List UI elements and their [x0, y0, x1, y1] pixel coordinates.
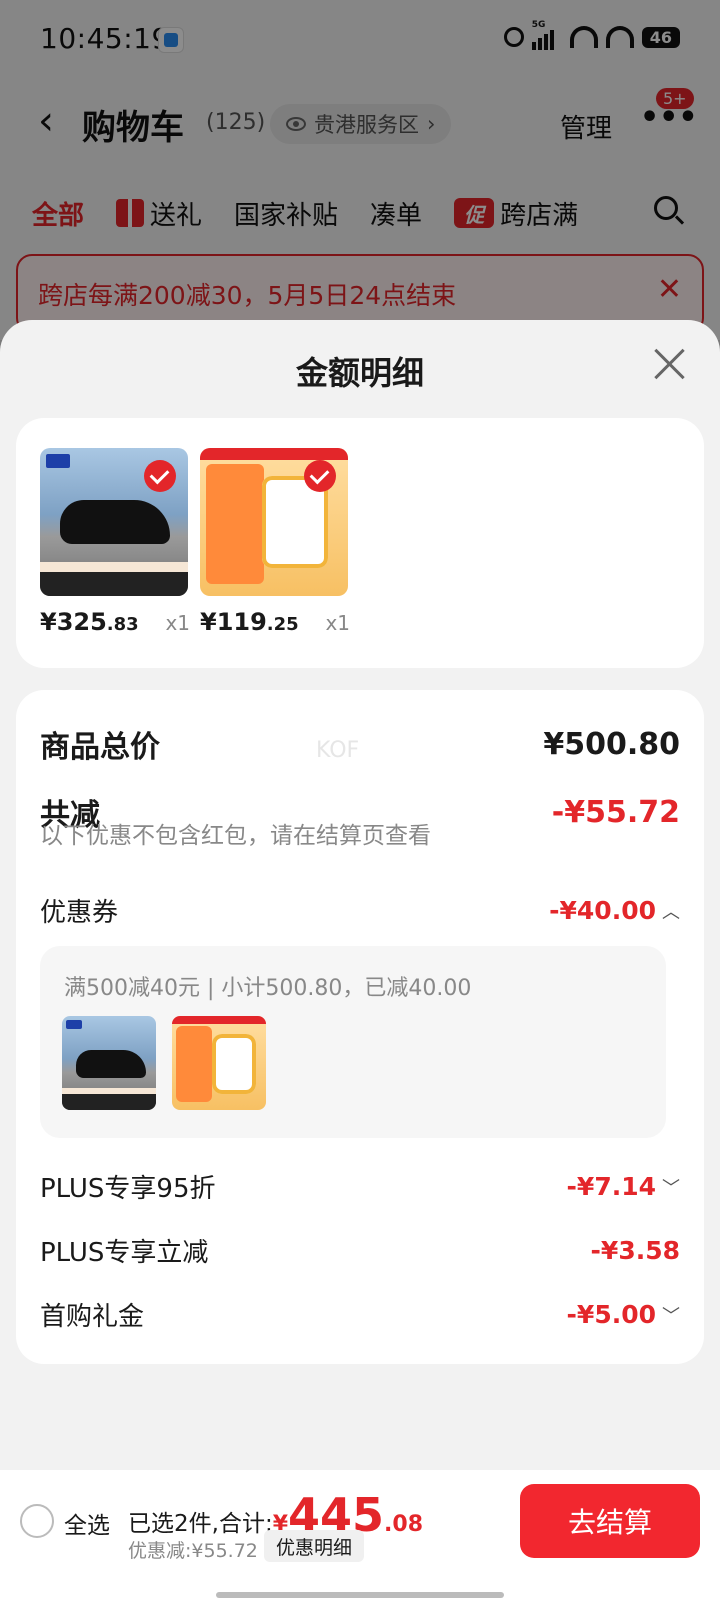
amount-detail-sheet: 金额明细 ¥325.83 x1 ¥119.25 x1 KOF 商品总价 ¥500… [0, 320, 720, 1600]
product-qty: x1 [325, 611, 350, 635]
product-item[interactable]: ¥325.83 x1 [40, 448, 190, 636]
total-value: ¥500.80 [543, 726, 680, 762]
chevron-down-icon: ﹀ [662, 1305, 680, 1327]
total-row: 商品总价 ¥500.80 [40, 722, 680, 766]
discount-detail-button[interactable]: 优惠明细 [264, 1530, 365, 1562]
chevron-up-icon: ︿ [662, 901, 680, 923]
first-gift-value: -¥5.00 ﹀ [566, 1300, 680, 1329]
price-breakdown-card: KOF 商品总价 ¥500.80 共减 -¥55.72 以下优惠不包含红包，请在… [16, 690, 704, 1364]
plus-discount-row[interactable]: PLUS专享95折 -¥7.14 ﹀ [40, 1168, 680, 1205]
checkout-bar: 全选 已选2件,合计: ¥ 445 .08 优惠减:¥55.72 优惠明细 去结… [0, 1470, 720, 1600]
coupon-product-image-protein-powder [172, 1016, 266, 1110]
plus-instant-row: PLUS专享立减 -¥3.58 [40, 1232, 680, 1269]
select-all-label[interactable]: 全选 [64, 1506, 110, 1540]
sheet-title: 金额明细 [295, 354, 424, 392]
plus-instant-label: PLUS专享立减 [40, 1238, 209, 1268]
plus-instant-value: -¥3.58 [590, 1236, 680, 1265]
first-gift-label: 首购礼金 [40, 1302, 145, 1332]
home-indicator[interactable] [216, 1592, 504, 1598]
chevron-down-icon: ﹀ [662, 1177, 680, 1199]
selected-products-card: ¥325.83 x1 ¥119.25 x1 [16, 418, 704, 668]
product-qty: x1 [165, 611, 190, 635]
coupon-value: -¥40.00 ︿ [549, 896, 680, 925]
total-decimal: .08 [384, 1512, 424, 1537]
product-item[interactable]: ¥119.25 x1 [200, 448, 350, 636]
check-icon [304, 460, 336, 492]
modal-overlay[interactable] [0, 0, 720, 340]
select-all-checkbox[interactable] [20, 1504, 54, 1538]
discount-summary: 优惠减:¥55.72 [128, 1540, 258, 1562]
close-icon[interactable] [650, 344, 690, 384]
product-price: ¥325.83 [40, 608, 139, 636]
first-gift-row[interactable]: 首购礼金 -¥5.00 ﹀ [40, 1296, 680, 1333]
coupon-detail-text: 满500减40元 | 小计500.80，已减40.00 [64, 976, 472, 1001]
coupon-label: 优惠券 [40, 898, 119, 928]
plus-discount-label: PLUS专享95折 [40, 1174, 216, 1204]
product-image-shoe [40, 448, 188, 596]
total-label: 商品总价 [40, 730, 160, 765]
coupon-detail-box: 满500减40元 | 小计500.80，已减40.00 [40, 946, 666, 1138]
product-image-protein-powder [200, 448, 348, 596]
coupon-product-image-shoe [62, 1016, 156, 1110]
plus-discount-value: -¥7.14 ﹀ [566, 1172, 680, 1201]
reduction-note: 以下优惠不包含红包，请在结算页查看 [40, 823, 431, 849]
coupon-row[interactable]: 优惠券 -¥40.00 ︿ [40, 892, 680, 929]
product-price: ¥119.25 [200, 608, 299, 636]
selected-prefix: 已选2件,合计: [128, 1511, 273, 1537]
check-icon [144, 460, 176, 492]
checkout-button[interactable]: 去结算 [520, 1484, 700, 1558]
reduction-value: -¥55.72 [551, 794, 680, 830]
